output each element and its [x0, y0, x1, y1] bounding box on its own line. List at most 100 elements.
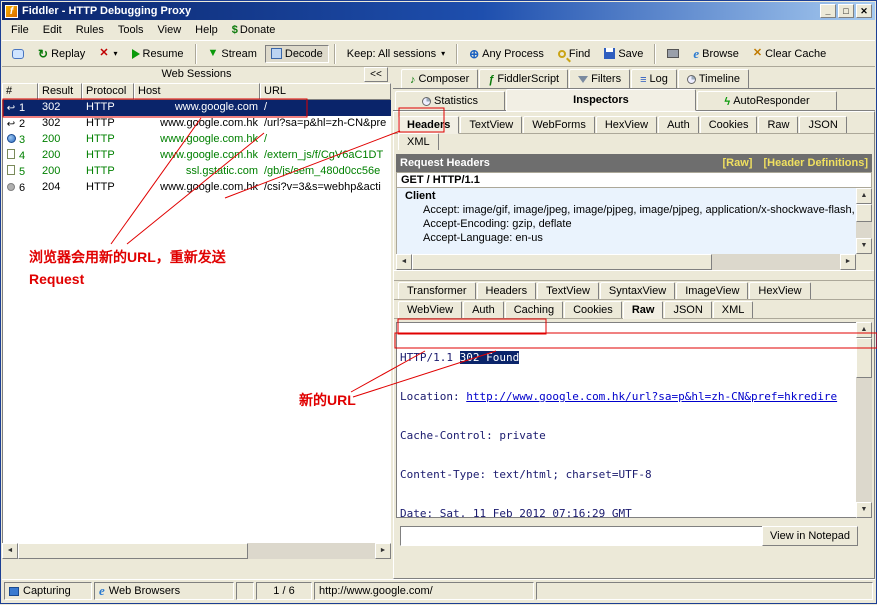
tab-statistics[interactable]: Statistics — [395, 91, 505, 110]
tab-req-headers[interactable]: Headers — [398, 116, 459, 134]
scroll-left-button[interactable]: ◄ — [396, 254, 412, 270]
tab-req-auth[interactable]: Auth — [658, 116, 699, 133]
tab-autoresponder[interactable]: ϟAutoResponder — [697, 91, 837, 110]
screenshot-button[interactable] — [661, 46, 685, 61]
menu-edit[interactable]: Edit — [36, 22, 69, 38]
tab-resp-cookies[interactable]: Cookies — [564, 301, 622, 318]
scroll-right-button[interactable]: ► — [840, 254, 856, 270]
request-horizontal-scrollbar[interactable]: ◄ ► — [396, 254, 856, 270]
scroll-right-button[interactable]: ► — [375, 543, 391, 559]
tab-filters[interactable]: Filters — [569, 69, 630, 88]
menu-view[interactable]: View — [151, 22, 189, 38]
scrollbar-track[interactable] — [248, 543, 375, 559]
scroll-down-button[interactable]: ▼ — [856, 238, 872, 254]
tab-inspectors[interactable]: Inspectors — [506, 89, 696, 111]
collapse-panel-button[interactable]: << — [364, 67, 388, 82]
maximize-button[interactable]: □ — [838, 4, 854, 18]
location-url-link[interactable]: http://www.google.com.hk/url?sa=p&hl=zh-… — [466, 390, 837, 403]
column-header-protocol[interactable]: Protocol — [82, 83, 134, 100]
header-definitions-link[interactable]: [Header Definitions] — [763, 157, 868, 169]
tab-resp-xml[interactable]: XML — [713, 301, 754, 318]
request-header-item[interactable]: Accept-Encoding: gzip, deflate — [397, 217, 856, 231]
tab-resp-transformer[interactable]: Transformer — [398, 282, 476, 299]
menu-donate[interactable]: $Donate — [225, 22, 283, 38]
comment-button[interactable] — [6, 46, 30, 62]
tab-resp-imageview[interactable]: ImageView — [676, 282, 748, 299]
client-group-label[interactable]: Client — [397, 188, 856, 203]
scrollbar-thumb[interactable] — [412, 254, 712, 270]
view-in-notepad-button[interactable]: View in Notepad — [762, 526, 858, 546]
stream-button[interactable]: ▼Stream — [202, 45, 263, 63]
decode-button[interactable]: Decode — [265, 45, 329, 63]
tab-resp-syntaxview[interactable]: SyntaxView — [600, 282, 675, 299]
capturing-toggle[interactable]: Capturing — [4, 582, 92, 600]
keep-sessions-dropdown[interactable]: Keep: All sessions▾ — [341, 45, 451, 63]
scrollbar-thumb[interactable] — [856, 204, 872, 222]
column-header-host[interactable]: Host — [134, 83, 260, 100]
stream-label: Stream — [221, 48, 256, 60]
session-row[interactable]: 5 200 HTTP ssl.gstatic.com /gb/js/sem_48… — [3, 164, 391, 180]
scrollbar-track[interactable] — [712, 254, 840, 270]
sessions-horizontal-scrollbar[interactable]: ◄ ► — [2, 543, 391, 559]
request-header-item[interactable]: Accept: image/gif, image/jpeg, image/pjp… — [397, 203, 856, 217]
menu-file[interactable]: File — [4, 22, 36, 38]
save-button[interactable]: Save — [598, 45, 649, 63]
session-row[interactable]: 3 200 HTTP www.google.com.hk / — [3, 132, 391, 148]
session-row[interactable]: ↩1 302 HTTP www.google.com / — [3, 100, 391, 116]
clear-cache-button[interactable]: ✕Clear Cache — [747, 45, 832, 63]
remove-button[interactable]: ✕▾ — [93, 45, 123, 62]
request-response-splitter[interactable] — [394, 270, 874, 281]
menu-donate-label: Donate — [240, 24, 275, 36]
session-row[interactable]: ↩2 302 HTTP www.google.com.hk /url?sa=p&… — [3, 116, 391, 132]
tab-resp-webview[interactable]: WebView — [398, 301, 462, 318]
any-process-button[interactable]: ⊕Any Process — [463, 45, 550, 63]
tab-log[interactable]: ≡Log — [631, 69, 677, 88]
scrollbar-thumb[interactable] — [856, 338, 872, 378]
column-header-num[interactable]: # — [2, 83, 38, 100]
tab-resp-headers[interactable]: Headers — [477, 282, 537, 299]
tab-req-webforms[interactable]: WebForms — [523, 116, 595, 133]
session-row[interactable]: 6 204 HTTP www.google.com.hk /csi?v=3&s=… — [3, 180, 391, 196]
tab-resp-hexview[interactable]: HexView — [749, 282, 810, 299]
tab-req-hexview[interactable]: HexView — [596, 116, 657, 133]
request-header-item[interactable]: Accept-Language: en-us — [397, 231, 856, 245]
scroll-down-button[interactable]: ▼ — [856, 502, 872, 518]
request-vertical-scrollbar[interactable]: ▲ ▼ — [856, 188, 872, 254]
tab-timeline[interactable]: Timeline — [678, 69, 749, 88]
tab-resp-json[interactable]: JSON — [664, 301, 711, 318]
menu-help[interactable]: Help — [188, 22, 225, 38]
replay-button[interactable]: ↻Replay — [32, 45, 91, 63]
find-button[interactable]: Find — [552, 45, 596, 63]
tab-req-cookies[interactable]: Cookies — [700, 116, 758, 133]
tab-req-textview[interactable]: TextView — [460, 116, 522, 133]
session-row[interactable]: 4 200 HTTP www.google.com.hk /extern_js/… — [3, 148, 391, 164]
tab-composer[interactable]: ♪Composer — [401, 69, 478, 88]
menu-tools[interactable]: Tools — [111, 22, 151, 38]
web-browsers-filter[interactable]: eWeb Browsers — [94, 582, 234, 600]
minimize-button[interactable]: _ — [820, 4, 836, 18]
scroll-up-button[interactable]: ▲ — [856, 188, 872, 204]
tab-fiddlerscript[interactable]: ƒFiddlerScript — [479, 69, 568, 88]
quickexec-input[interactable] — [400, 526, 766, 546]
tab-resp-auth[interactable]: Auth — [463, 301, 504, 318]
tab-resp-caching[interactable]: Caching — [505, 301, 563, 318]
response-vertical-scrollbar[interactable]: ▲ ▼ — [856, 322, 872, 518]
raw-link[interactable]: [Raw] — [722, 157, 752, 169]
scroll-left-button[interactable]: ◄ — [2, 543, 18, 559]
menu-rules[interactable]: Rules — [69, 22, 111, 38]
save-label: Save — [618, 48, 643, 60]
column-header-url[interactable]: URL — [260, 83, 391, 100]
column-header-result[interactable]: Result — [38, 83, 82, 100]
tab-req-xml[interactable]: XML — [398, 133, 439, 150]
scrollbar-thumb[interactable] — [18, 543, 248, 559]
tab-req-raw[interactable]: Raw — [758, 116, 798, 133]
scrollbar-track[interactable] — [856, 222, 872, 238]
close-button[interactable]: ✕ — [856, 4, 872, 18]
tab-resp-textview[interactable]: TextView — [537, 282, 599, 299]
scroll-up-button[interactable]: ▲ — [856, 322, 872, 338]
browse-button[interactable]: eBrowse — [687, 44, 744, 63]
resume-button[interactable]: Resume — [126, 45, 190, 63]
tab-resp-raw[interactable]: Raw — [623, 301, 664, 319]
scrollbar-track[interactable] — [856, 378, 872, 502]
tab-req-json[interactable]: JSON — [799, 116, 846, 133]
